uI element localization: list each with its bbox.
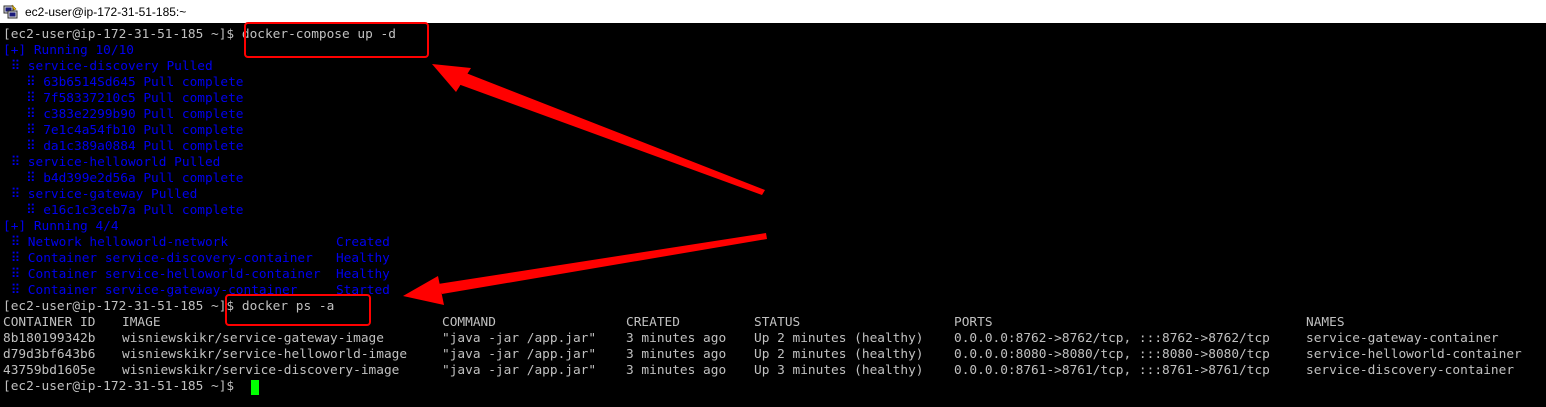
arrow-icon — [438, 233, 767, 294]
annotation-arrows — [403, 64, 767, 305]
arrow-head-icon — [403, 276, 444, 305]
arrow-icon — [448, 66, 765, 195]
